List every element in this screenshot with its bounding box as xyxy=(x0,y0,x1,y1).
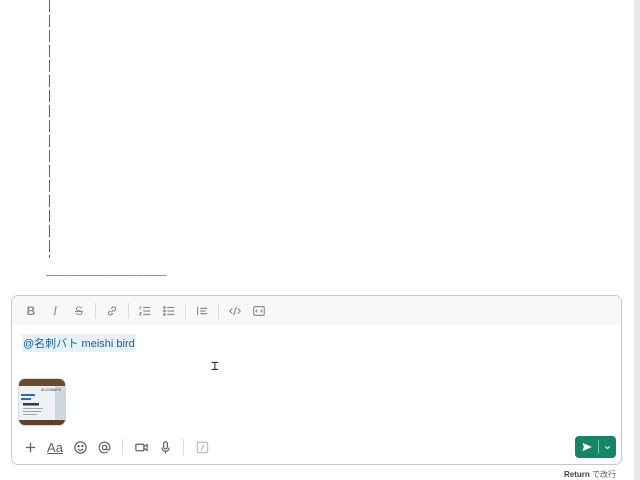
microphone-icon xyxy=(160,440,170,454)
bulleted-list-button[interactable] xyxy=(157,299,181,323)
code-block-button[interactable] xyxy=(247,299,271,323)
newline-hint: Return で改行 xyxy=(564,469,616,480)
blockquote-button[interactable] xyxy=(190,299,214,323)
composer-actions-bar: Aa xyxy=(12,430,621,464)
smiley-icon xyxy=(73,440,87,454)
video-camera-icon xyxy=(134,443,148,451)
audio-clip-button[interactable] xyxy=(153,435,177,459)
chevron-down-icon xyxy=(604,445,611,449)
business-card-image: ALGOMATIC xyxy=(19,379,65,425)
ordered-list-button[interactable] xyxy=(133,299,157,323)
attach-button[interactable] xyxy=(18,435,42,459)
bold-button[interactable]: B xyxy=(19,299,43,323)
strikethrough-button[interactable]: S xyxy=(67,299,91,323)
send-icon xyxy=(582,442,592,452)
slash-command-button[interactable] xyxy=(190,435,214,459)
message-input[interactable]: @名刺バト meishi bird ⌶ xyxy=(12,325,621,411)
italic-button[interactable]: I xyxy=(43,299,67,323)
toolbar-divider xyxy=(185,302,186,319)
actions-divider xyxy=(122,439,123,455)
link-button[interactable] xyxy=(100,299,124,323)
blockquote-icon xyxy=(197,306,208,315)
hint-action: で改行 xyxy=(592,470,616,479)
message-history: ________________ xyxy=(0,0,628,292)
user-mention[interactable]: @名刺バト meishi bird xyxy=(22,334,136,352)
message-composer[interactable]: B I S @名刺バト meishi bird ⌶ ALGOMATIC Aa xyxy=(11,295,622,465)
code-button[interactable] xyxy=(223,299,247,323)
link-icon xyxy=(107,305,117,316)
ascii-art-horizontal-line: ________________ xyxy=(46,262,167,276)
slash-command-icon xyxy=(196,441,208,453)
ascii-art-vertical-line xyxy=(49,0,50,258)
image-attachment-thumbnail[interactable]: ALGOMATIC xyxy=(18,378,66,426)
at-sign-icon xyxy=(98,441,110,453)
mention-button[interactable] xyxy=(92,435,116,459)
toolbar-divider xyxy=(218,302,219,319)
toolbar-divider xyxy=(128,302,129,319)
code-icon xyxy=(228,306,242,315)
text-cursor-icon: ⌶ xyxy=(211,359,219,374)
hint-key: Return xyxy=(563,470,590,479)
ordered-list-icon xyxy=(138,306,151,316)
emoji-button[interactable] xyxy=(68,435,92,459)
code-block-icon xyxy=(253,305,265,316)
formatting-toggle-button[interactable]: Aa xyxy=(42,435,68,459)
schedule-send-button[interactable] xyxy=(599,436,616,458)
video-clip-button[interactable] xyxy=(129,435,153,459)
toolbar-divider xyxy=(95,302,96,319)
card-logo-text: ALGOMATIC xyxy=(41,388,62,392)
actions-divider xyxy=(183,439,184,455)
bulleted-list-icon xyxy=(163,305,175,316)
send-button[interactable] xyxy=(575,436,598,458)
send-button-group xyxy=(575,436,616,458)
formatting-toolbar: B I S xyxy=(12,296,621,325)
scrollbar[interactable] xyxy=(634,0,640,480)
plus-icon xyxy=(25,442,35,452)
